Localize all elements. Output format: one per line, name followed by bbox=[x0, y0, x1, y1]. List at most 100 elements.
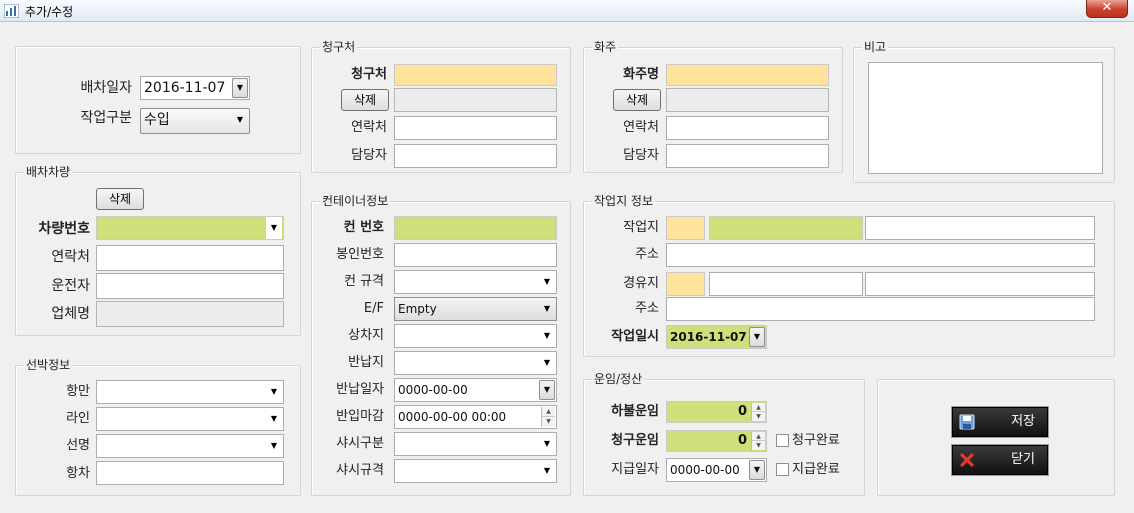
via-code-field[interactable] bbox=[666, 272, 705, 296]
spin-up-icon[interactable]: ▲ bbox=[752, 403, 765, 412]
shipper-name-field[interactable] bbox=[666, 64, 829, 86]
chevron-down-icon[interactable]: ▼ bbox=[232, 78, 248, 98]
remarks-group: 비고 bbox=[853, 39, 1115, 183]
pay-done-label: 지급완료 bbox=[792, 462, 840, 477]
pay-done-checkbox[interactable] bbox=[776, 463, 789, 476]
cutoff-field[interactable]: 0000-00-00 00:00 ▲ ▼ bbox=[394, 405, 557, 429]
billing-fee-label: 청구운임 bbox=[611, 433, 659, 448]
ef-select[interactable]: Empty ▼ bbox=[394, 297, 557, 321]
worksite-group-title: 작업지 정보 bbox=[592, 193, 656, 209]
shipper-contact-field[interactable] bbox=[666, 116, 829, 140]
remarks-textarea[interactable] bbox=[868, 62, 1103, 174]
pay-date-picker[interactable]: 0000-00-00 ▼ bbox=[666, 458, 767, 482]
billing-sub-field bbox=[394, 88, 557, 112]
worksite-group: 작업지 정보 작업지 주소 경유지 주소 작업일시 2016-11-07 ▼ bbox=[583, 193, 1115, 357]
return-place-select[interactable]: ▼ bbox=[394, 351, 557, 375]
return-date-label: 반납일자 bbox=[336, 382, 384, 397]
container-number-field[interactable] bbox=[394, 216, 557, 240]
billing-delete-button[interactable]: 삭제 bbox=[341, 89, 389, 111]
billing-fee-field[interactable]: 0 ▲ ▼ bbox=[666, 430, 767, 452]
billing-contact-field[interactable] bbox=[394, 116, 557, 140]
line-select[interactable]: ▼ bbox=[96, 407, 284, 431]
shipper-group-title: 화주 bbox=[592, 39, 619, 55]
chevron-down-icon[interactable]: ▼ bbox=[749, 327, 765, 347]
seal-label: 봉인번호 bbox=[336, 247, 384, 262]
via-address-field[interactable] bbox=[666, 297, 1095, 321]
via-extra-field[interactable] bbox=[865, 272, 1095, 296]
chevron-down-icon: ▼ bbox=[543, 331, 551, 340]
spin-down-icon[interactable]: ▼ bbox=[542, 417, 555, 427]
spin-down-icon[interactable]: ▼ bbox=[752, 441, 765, 450]
billing-done-checkbox[interactable] bbox=[776, 434, 789, 447]
shipper-name-label: 화주명 bbox=[623, 67, 659, 82]
shipper-person-field[interactable] bbox=[666, 144, 829, 168]
worksite-label: 작업지 bbox=[623, 220, 659, 235]
work-type-select[interactable]: 수입 ▼ bbox=[140, 108, 250, 134]
billing-group: 청구처 청구처 삭제 연락처 담당자 bbox=[311, 39, 571, 173]
container-group: 컨테이너정보 컨 번호 봉인번호 컨 규격 ▼ E/F Empty ▼ 상차지 … bbox=[311, 193, 571, 496]
billing-person-field[interactable] bbox=[394, 144, 557, 168]
pickup-select[interactable]: ▼ bbox=[394, 324, 557, 348]
spin-down-icon[interactable]: ▼ bbox=[752, 412, 765, 421]
ship-select[interactable]: ▼ bbox=[96, 434, 284, 458]
port-select[interactable]: ▼ bbox=[96, 380, 284, 404]
chevron-down-icon: ▼ bbox=[270, 387, 278, 396]
billing-fee-spinner[interactable]: ▲ ▼ bbox=[751, 432, 765, 450]
seal-field[interactable] bbox=[394, 243, 557, 267]
window-title: 추가/수정 bbox=[25, 5, 74, 19]
spin-up-icon[interactable]: ▲ bbox=[752, 432, 765, 441]
vessel-group: 선박정보 항만 ▼ 라인 ▼ 선명 ▼ 항차 bbox=[15, 357, 301, 496]
billing-name-field[interactable] bbox=[394, 64, 557, 86]
company-label: 업체명 bbox=[51, 306, 90, 322]
worksite-extra-field[interactable] bbox=[865, 216, 1095, 240]
return-date-picker[interactable]: 0000-00-00 ▼ bbox=[394, 378, 557, 402]
driver-field[interactable] bbox=[96, 273, 284, 299]
close-x-icon bbox=[960, 453, 974, 467]
vehicle-contact-field[interactable] bbox=[96, 245, 284, 271]
line-label: 라인 bbox=[66, 411, 90, 426]
freight-group: 운임/정산 하불운임 0 ▲ ▼ 청구운임 0 ▲ ▼ 청구완료 지급일자 0000… bbox=[583, 371, 865, 496]
vehicle-delete-button[interactable]: 삭제 bbox=[96, 188, 144, 210]
chevron-down-icon: ▼ bbox=[543, 466, 551, 475]
return-place-label: 반납지 bbox=[348, 355, 384, 370]
shipper-delete-button[interactable]: 삭제 bbox=[613, 89, 661, 111]
chevron-down-icon[interactable]: ▼ bbox=[539, 380, 555, 400]
actions-group: 저장 닫기 bbox=[877, 379, 1115, 496]
vehicle-group-title: 배차차량 bbox=[24, 164, 73, 180]
save-icon bbox=[959, 414, 975, 430]
ef-value: Empty bbox=[398, 302, 437, 316]
worksite-address-field[interactable] bbox=[666, 243, 1095, 267]
vessel-group-title: 선박정보 bbox=[24, 357, 73, 373]
chassis-type-select[interactable]: ▼ bbox=[394, 432, 557, 456]
voyage-field[interactable] bbox=[96, 461, 284, 485]
chevron-down-icon: ▼ bbox=[543, 277, 551, 286]
chassis-spec-select[interactable]: ▼ bbox=[394, 459, 557, 483]
pay-date-label: 지급일자 bbox=[611, 462, 659, 477]
dispatch-date-picker[interactable]: 2016-11-07 ▼ bbox=[140, 76, 250, 100]
close-button[interactable]: 닫기 bbox=[952, 445, 1048, 475]
return-date-value: 0000-00-00 bbox=[398, 383, 468, 397]
worksite-code-field[interactable] bbox=[666, 216, 705, 240]
via-name-field[interactable] bbox=[709, 272, 863, 296]
ef-label: E/F bbox=[363, 301, 384, 316]
via-label: 경유지 bbox=[623, 276, 659, 291]
chassis-type-label: 샤시구분 bbox=[336, 436, 384, 451]
worksite-address-label: 주소 bbox=[635, 247, 659, 262]
container-spec-select[interactable]: ▼ bbox=[394, 270, 557, 294]
voyage-label: 항차 bbox=[66, 466, 90, 481]
plate-select[interactable]: ▼ bbox=[96, 216, 284, 240]
chevron-down-icon: ▼ bbox=[270, 441, 278, 450]
cutoff-spinner[interactable]: ▲ ▼ bbox=[541, 407, 555, 427]
chevron-down-icon: ▼ bbox=[236, 115, 244, 124]
work-type-label: 작업구분 bbox=[80, 110, 132, 126]
cargo-fee-spinner[interactable]: ▲ ▼ bbox=[751, 403, 765, 421]
chevron-down-icon[interactable]: ▼ bbox=[749, 460, 765, 480]
worksite-name-field[interactable] bbox=[709, 216, 863, 240]
plate-label: 차량번호 bbox=[38, 221, 90, 237]
work-date-picker[interactable]: 2016-11-07 ▼ bbox=[666, 325, 767, 349]
spin-up-icon[interactable]: ▲ bbox=[542, 407, 555, 417]
cargo-fee-field[interactable]: 0 ▲ ▼ bbox=[666, 401, 767, 423]
save-button[interactable]: 저장 bbox=[952, 407, 1048, 437]
billing-contact-label: 연락처 bbox=[351, 120, 387, 135]
window-close-button[interactable]: ✕ bbox=[1086, 0, 1128, 18]
